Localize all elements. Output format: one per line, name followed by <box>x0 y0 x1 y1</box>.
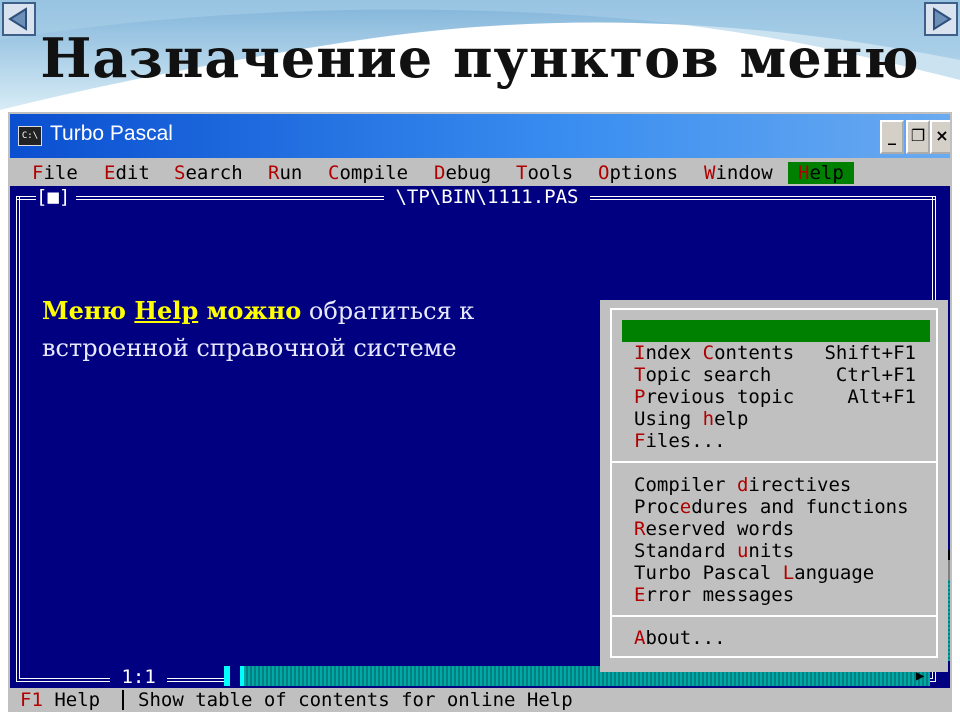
help-item-compiler-directives[interactable]: Compiler directives <box>634 474 916 496</box>
turbo-pascal-window: C:\ Turbo Pascal _ ❐ × File Edit Search … <box>8 112 952 712</box>
menu-search[interactable]: Search <box>174 162 243 184</box>
status-message: Show table of contents for online Help <box>138 689 573 711</box>
menu-separator <box>610 615 938 617</box>
menu-edit[interactable]: Edit <box>104 162 150 184</box>
help-item-error-messages[interactable]: Error messages <box>634 584 916 606</box>
help-dropdown-menu: Contents Index Shift+F1 Topic search Ctrl+… <box>600 300 948 672</box>
menu-separator <box>610 461 938 463</box>
help-item-about[interactable]: About... <box>634 627 916 649</box>
menu-options[interactable]: Options <box>598 162 678 184</box>
editor-file-path: \TP\BIN\1111.PAS <box>384 186 590 208</box>
help-item-files[interactable]: Files... <box>634 430 916 452</box>
help-item-previous-topic[interactable]: Previous topic Alt+F1 <box>634 386 916 408</box>
maximize-button[interactable]: ❐ <box>906 120 930 154</box>
menu-bar: File Edit Search Run Compile Debug Tools… <box>10 158 950 186</box>
help-item-procedures-functions[interactable]: Procedures and functions <box>634 496 916 518</box>
frame-top-left <box>16 196 36 200</box>
help-item-using-help[interactable]: Using help <box>634 408 916 430</box>
menu-run[interactable]: Run <box>268 162 302 184</box>
cursor-position: 1:1 <box>110 666 168 688</box>
slide-title: Назначение пунктов меню <box>40 26 920 90</box>
close-button[interactable]: × <box>930 120 950 154</box>
menu-help[interactable]: Help <box>788 162 854 184</box>
help-item-turbo-pascal-language[interactable]: Turbo Pascal Language <box>634 562 916 584</box>
scroll-thumb[interactable] <box>230 666 240 686</box>
menu-compile[interactable]: Compile <box>328 162 408 184</box>
editor-close-box[interactable]: [■] <box>36 186 71 208</box>
menu-debug[interactable]: Debug <box>434 162 491 184</box>
status-bar: F1 Help Show table of contents for onlin… <box>10 688 950 711</box>
help-item-index[interactable]: Index Shift+F1 <box>634 342 916 364</box>
help-item-contents[interactable]: Contents <box>622 320 930 364</box>
console-app-icon: C:\ <box>18 126 42 146</box>
menu-file[interactable]: File <box>32 162 78 184</box>
menu-window[interactable]: Window <box>704 162 773 184</box>
help-item-standard-units[interactable]: Standard units <box>634 540 916 562</box>
status-f1-help[interactable]: F1 Help <box>20 689 100 710</box>
window-title: Turbo Pascal <box>50 122 173 145</box>
help-item-topic-search[interactable]: Topic search Ctrl+F1 <box>634 364 916 386</box>
menu-tools[interactable]: Tools <box>516 162 573 184</box>
status-divider <box>122 690 124 710</box>
window-titlebar[interactable]: C:\ Turbo Pascal _ ❐ × <box>10 114 950 158</box>
slide-description: Меню Help можно обратиться к встроенной … <box>42 296 475 362</box>
frame-top-right <box>580 196 936 200</box>
minimize-button[interactable]: _ <box>880 120 904 154</box>
frame-top-middle <box>76 196 384 200</box>
help-item-reserved-words[interactable]: Reserved words <box>634 518 916 540</box>
